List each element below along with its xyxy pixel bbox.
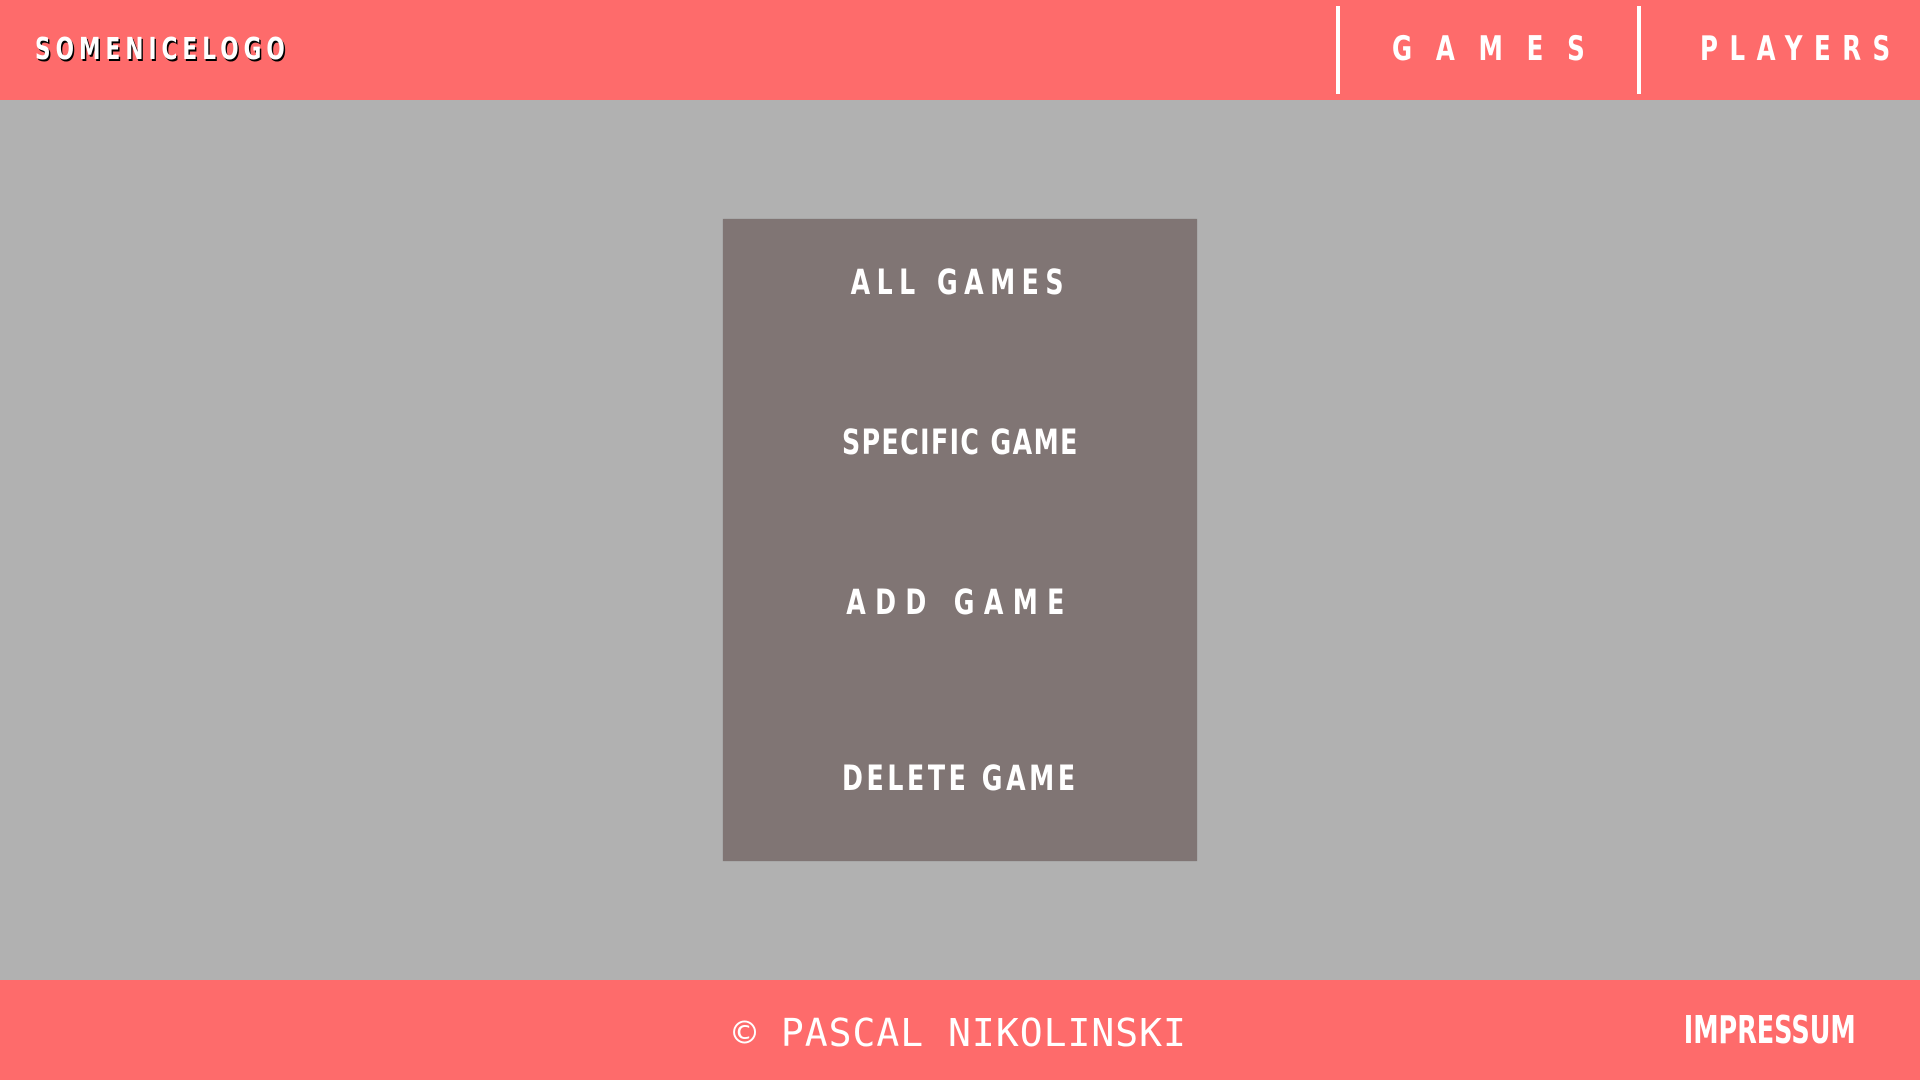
nav-divider <box>1637 6 1641 94</box>
menu-item-label: SPECIFIC GAME <box>841 423 1079 463</box>
menu-item-label: ALL GAMES <box>850 263 1070 303</box>
menu-item-label: ADD GAME <box>846 583 1074 623</box>
page-footer: © PASCAL NIKOLINSKI IMPRESSUM <box>0 980 1920 1080</box>
menu-item-specific-game[interactable]: SPECIFIC GAME <box>723 423 1197 463</box>
impressum-link[interactable]: IMPRESSUM <box>1684 1008 1856 1052</box>
nav-divider <box>1336 6 1340 94</box>
nav-players-link[interactable]: PLAYERS <box>1700 29 1902 69</box>
logo[interactable]: SOMENICELOGO <box>35 32 290 67</box>
menu-item-add-game[interactable]: ADD GAME <box>723 583 1197 623</box>
menu-item-label: DELETE GAME <box>841 759 1079 799</box>
copyright-text: © PASCAL NIKOLINSKI <box>733 1011 1187 1055</box>
top-header: SOMENICELOGO GAMES PLAYERS <box>0 0 1920 100</box>
menu-item-all-games[interactable]: ALL GAMES <box>723 263 1197 303</box>
games-menu-panel: ALL GAMES SPECIFIC GAME ADD GAME DELETE … <box>723 219 1197 861</box>
nav-games-link[interactable]: GAMES <box>1392 29 1609 69</box>
menu-item-delete-game[interactable]: DELETE GAME <box>723 759 1197 799</box>
